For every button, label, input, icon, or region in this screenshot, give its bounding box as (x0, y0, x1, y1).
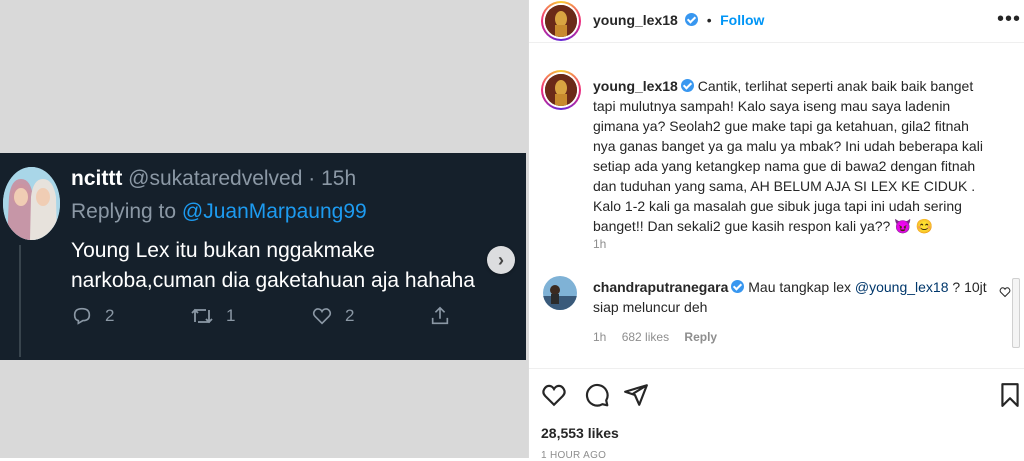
verified-badge-icon (685, 13, 699, 26)
header-divider (529, 42, 1024, 43)
chevron-right-icon: › (498, 249, 504, 270)
likes-count[interactable]: 28,553 likes (541, 425, 619, 441)
tweet-header: ncittt @sukataredvelved · 15h (71, 167, 356, 191)
comment-meta: 1h 682 likes Reply (593, 330, 717, 344)
post-sidebar: young_lex18 • Follow ••• young_lex18 Can… (528, 0, 1024, 461)
post-header-info: young_lex18 • Follow (593, 12, 764, 30)
comment-reply-button[interactable]: Reply (684, 330, 717, 344)
comment-icon[interactable] (584, 382, 610, 413)
tweet-screenshot: ncittt @sukataredvelved · 15h Replying t… (0, 153, 526, 360)
tweet-reply-count: 2 (105, 306, 115, 325)
comment-text-before: Mau tangkap lex (748, 279, 855, 295)
tweet-like-action: 2 (311, 305, 354, 327)
tweet-share-action (429, 305, 451, 327)
tweet-display-name: ncittt (71, 167, 123, 190)
comment-likes[interactable]: 682 likes (622, 330, 669, 344)
tweet-avatar (3, 167, 60, 240)
replying-mention: @JuanMarpaung99 (181, 200, 367, 223)
caption-text: Cantik, terlihat seperti anak baik baik … (593, 78, 983, 234)
tweet-text: Young Lex itu bukan nggakmake narkoba,cu… (71, 239, 475, 292)
tweet-separator: · (308, 167, 316, 190)
header-dot-separator: • (706, 12, 712, 28)
like-icon[interactable] (541, 382, 567, 413)
tweet-like-count: 2 (345, 306, 355, 325)
comment-like-icon[interactable] (999, 285, 1011, 303)
comment-time: 1h (593, 330, 607, 344)
share-icon (431, 306, 449, 325)
reply-icon (73, 307, 91, 325)
caption-avatar[interactable] (541, 70, 581, 110)
post-time-ago: 1 HOUR AGO (541, 450, 607, 461)
comment: chandraputranegara Mau tangkap lex @youn… (593, 277, 998, 317)
comments-scrollbar[interactable] (1012, 278, 1020, 348)
tweet-actions: 2 1 2 (71, 305, 491, 331)
save-bookmark-icon[interactable] (999, 382, 1021, 413)
heart-icon (312, 308, 332, 325)
tweet-replying-to: Replying to @JuanMarpaung99 (71, 200, 367, 224)
caption-verified-icon (680, 79, 694, 92)
commenter-username[interactable]: chandraputranegara (593, 279, 728, 295)
caption-time: 1h (593, 237, 607, 251)
commenter-avatar[interactable] (543, 276, 577, 310)
retweet-icon (191, 308, 213, 324)
actions-divider (529, 368, 1024, 369)
tweet-reply-action: 2 (71, 305, 114, 327)
author-avatar[interactable] (541, 1, 581, 41)
comment-mention[interactable]: @young_lex18 (855, 279, 949, 295)
share-direct-icon[interactable] (623, 382, 649, 413)
post-image: ncittt @sukataredvelved · 15h Replying t… (0, 0, 528, 458)
thread-line (19, 245, 21, 357)
tweet-time: 15h (321, 167, 357, 190)
post-caption: young_lex18 Cantik, terlihat seperti ana… (593, 76, 993, 236)
follow-button[interactable]: Follow (720, 12, 764, 28)
post-header: young_lex18 • Follow ••• (529, 0, 1024, 42)
caption-username[interactable]: young_lex18 (593, 78, 678, 94)
tweet-retweet-count: 1 (226, 306, 236, 325)
replying-prefix: Replying to (71, 200, 177, 223)
commenter-verified-icon (731, 280, 745, 293)
carousel-next-button[interactable]: › (487, 246, 515, 274)
tweet-retweet-action: 1 (190, 305, 235, 327)
post-actions-bar (529, 372, 1024, 412)
more-options-icon[interactable]: ••• (997, 8, 1021, 31)
tweet-handle: @sukataredvelved (128, 167, 303, 190)
author-username[interactable]: young_lex18 (593, 12, 678, 28)
